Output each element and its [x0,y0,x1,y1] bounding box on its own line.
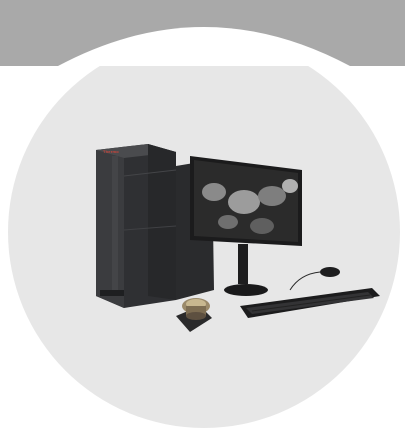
sample-holder-icon [176,298,212,332]
mouse-icon [289,267,340,291]
band-arc [58,27,350,66]
logo-text: Thermo [103,149,119,154]
product-scene [58,27,380,332]
